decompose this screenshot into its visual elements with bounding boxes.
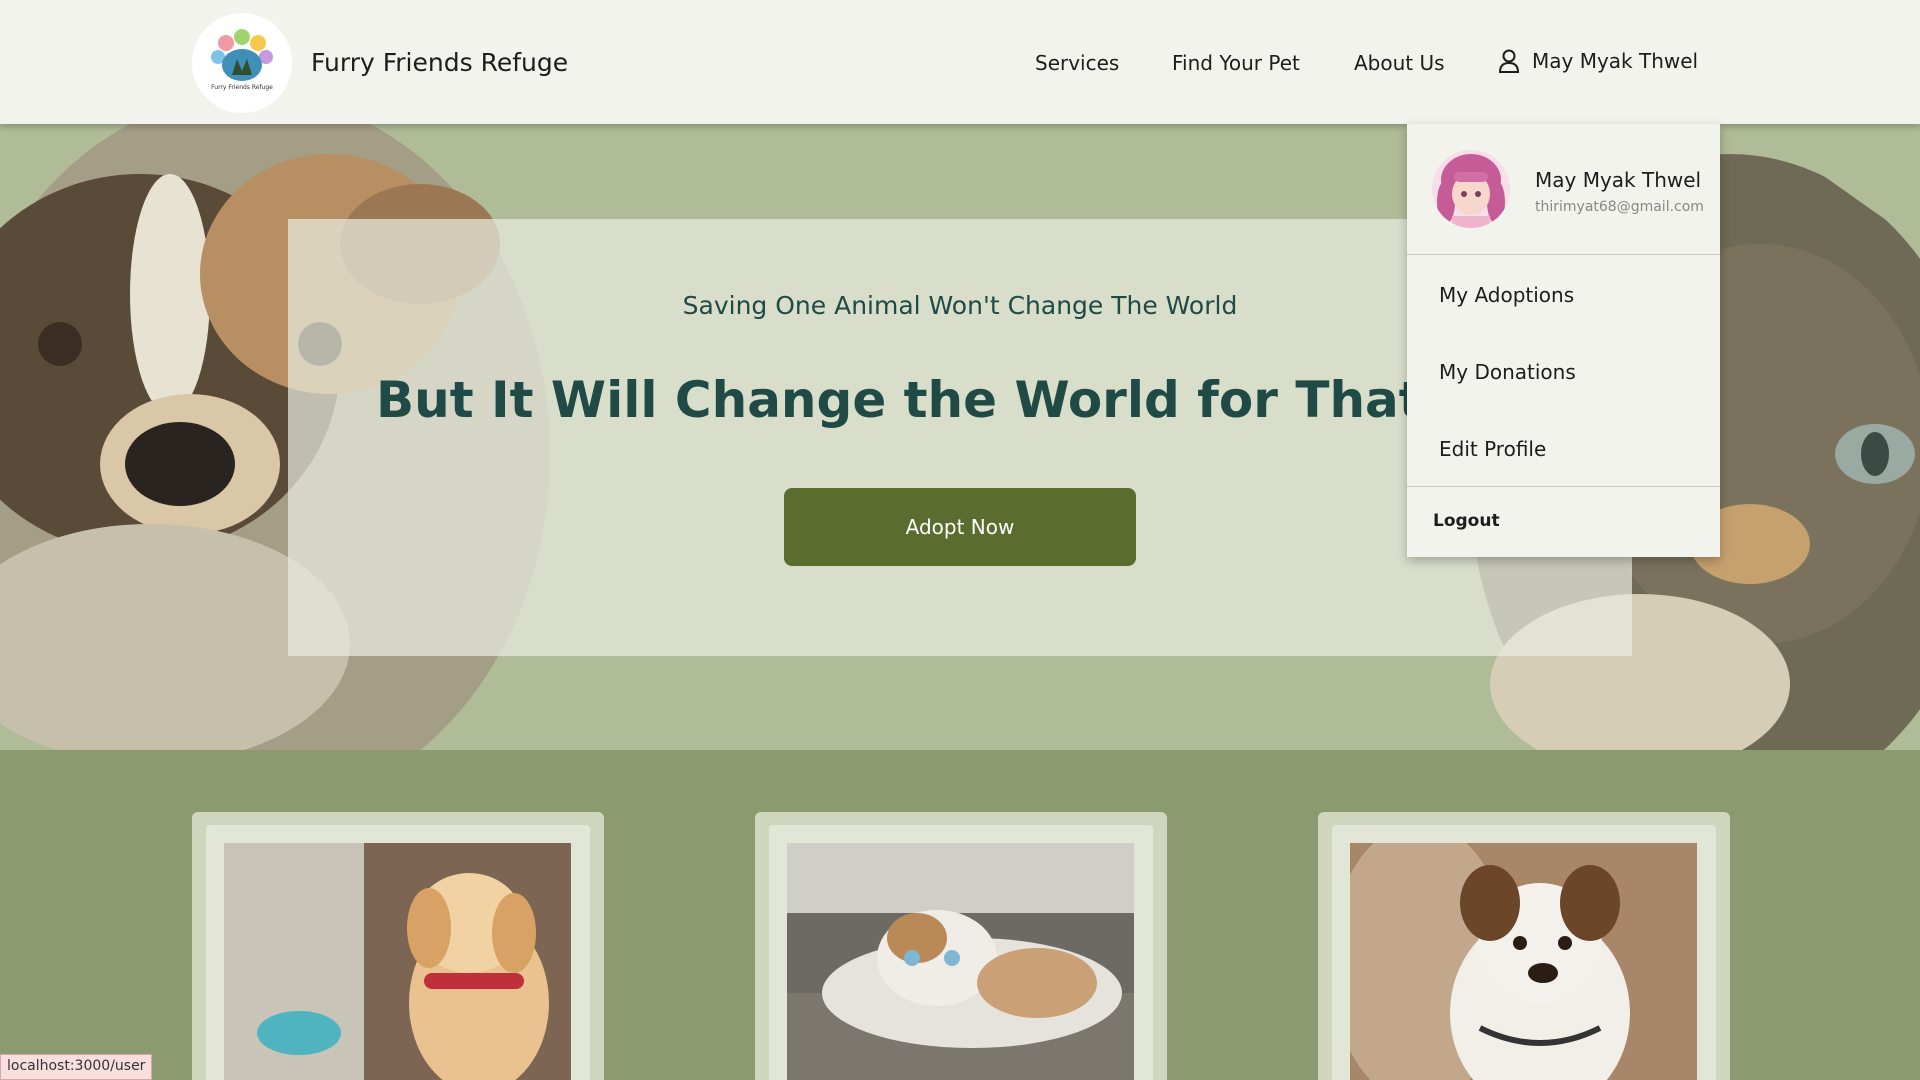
menu-item-my-donations[interactable]: My Donations — [1439, 360, 1576, 384]
nav-about-us[interactable]: About Us — [1354, 51, 1445, 75]
dropdown-divider — [1407, 486, 1720, 487]
dog-photo-icon — [1350, 843, 1697, 1080]
user-dropdown-menu: May Myak Thwel thirimyat68@gmail.com My … — [1407, 124, 1720, 557]
logo-caption: Furry Friends Refuge — [211, 84, 273, 91]
dropdown-user-email: thirimyat68@gmail.com — [1535, 199, 1704, 215]
pet-card-inner — [206, 825, 590, 1080]
logout-button[interactable]: Logout — [1433, 511, 1500, 531]
top-navbar: Furry Friends Refuge Furry Friends Refug… — [0, 0, 1920, 124]
brand-name[interactable]: Furry Friends Refuge — [311, 48, 568, 77]
pet-card[interactable] — [192, 812, 604, 1080]
site-logo[interactable]: Furry Friends Refuge — [192, 13, 292, 113]
cat-photo-icon — [787, 843, 1134, 1080]
user-icon — [1498, 49, 1520, 73]
dropdown-divider — [1407, 254, 1720, 255]
pet-card-inner — [769, 825, 1153, 1080]
avatar-icon — [1432, 150, 1510, 228]
pet-card-photo — [224, 843, 571, 1080]
pet-card-photo — [1350, 843, 1697, 1080]
paw-logo-icon: Furry Friends Refuge — [192, 13, 292, 113]
menu-item-my-adoptions[interactable]: My Adoptions — [1439, 283, 1574, 307]
adopt-now-button[interactable]: Adopt Now — [784, 488, 1136, 566]
puppy-photo-icon — [224, 843, 571, 1080]
nav-find-your-pet[interactable]: Find Your Pet — [1172, 51, 1300, 75]
user-menu-toggle[interactable]: May Myak Thwel — [1498, 49, 1698, 73]
pet-card-photo — [787, 843, 1134, 1080]
menu-item-edit-profile[interactable]: Edit Profile — [1439, 437, 1546, 461]
avatar — [1432, 150, 1510, 228]
browser-status-url: localhost:3000/user — [0, 1054, 153, 1080]
dropdown-user-name: May Myak Thwel — [1535, 168, 1702, 192]
pet-card-inner — [1332, 825, 1716, 1080]
nav-services[interactable]: Services — [1035, 51, 1119, 75]
pet-card[interactable] — [1318, 812, 1730, 1080]
user-name: May Myak Thwel — [1532, 49, 1699, 73]
pet-card[interactable] — [755, 812, 1167, 1080]
